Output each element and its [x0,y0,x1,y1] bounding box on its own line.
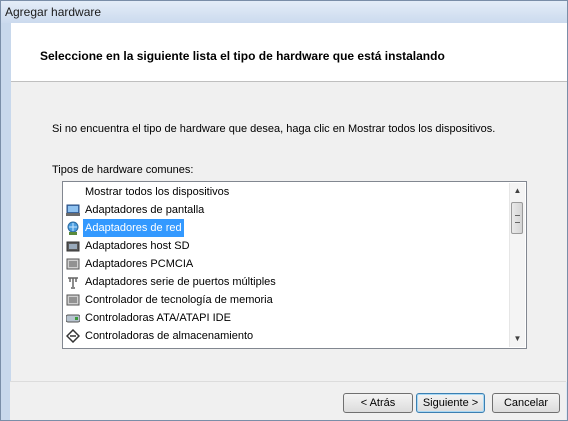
window-frame [1,23,11,420]
list-item-label: Controladoras ATA/ATAPI IDE [85,312,231,324]
window-title: Agregar hardware [5,5,102,19]
list-label: Tipos de hardware comunes: [52,164,194,176]
list-item-storage-controllers[interactable]: Controladoras de almacenamiento [65,327,510,345]
list-item-label: Controladoras de almacenamiento [85,330,254,342]
network-adapter-icon [66,221,80,235]
pcmcia-icon [66,257,80,271]
hardware-type-list[interactable]: Mostrar todos los dispositivos Adaptador… [62,181,527,349]
cancel-button[interactable]: Cancelar [492,393,560,413]
header-title: Seleccione en la siguiente lista el tipo… [40,49,445,63]
wizard-header: Seleccione en la siguiente lista el tipo… [11,23,567,82]
list-item-pcmcia-adapters[interactable]: Adaptadores PCMCIA [65,255,510,273]
list-scrollbar[interactable]: ▲ ▼ [509,183,525,347]
memory-controller-icon [66,293,80,307]
scroll-down-arrow-icon[interactable]: ▼ [510,331,525,347]
ide-controller-icon [65,311,81,325]
list-item-ata-atapi[interactable]: Controladoras ATA/ATAPI IDE [65,309,510,327]
grip-icon [515,215,520,223]
list-item-memory-technology[interactable]: Controlador de tecnología de memoria [65,291,510,309]
list-item-display-adapters[interactable]: Adaptadores de pantalla [65,201,510,219]
list-item-sd-host-adapters[interactable]: Adaptadores host SD [65,237,510,255]
scroll-thumb[interactable] [511,202,523,234]
list-item-show-all[interactable]: Mostrar todos los dispositivos [65,183,510,201]
list-item-label: Adaptadores de red [83,219,184,237]
list-item-network-adapters[interactable]: Adaptadores de red [65,219,510,237]
list-item-label: Controlador de tecnología de memoria [85,294,273,306]
storage-controller-icon [65,328,81,344]
title-bar[interactable]: Agregar hardware [1,1,567,23]
scroll-up-arrow-icon[interactable]: ▲ [510,183,525,199]
list-item-label: Mostrar todos los dispositivos [85,186,230,198]
sd-host-icon [66,239,80,253]
back-button[interactable]: < Atrás [343,393,413,413]
list-item-label: Adaptadores serie de puertos múltiples [85,276,276,288]
display-adapter-icon [66,203,80,217]
list-item-label: Adaptadores de pantalla [85,204,205,216]
instruction-text: Si no encuentra el tipo de hardware que … [52,123,496,135]
list-item-label: Adaptadores PCMCIA [85,258,194,270]
list-item-multiport-serial[interactable]: Adaptadores serie de puertos múltiples [65,273,510,291]
list-item-label: Adaptadores host SD [85,240,190,252]
next-button[interactable]: Siguiente > [416,393,485,413]
multiport-serial-icon [66,275,80,289]
